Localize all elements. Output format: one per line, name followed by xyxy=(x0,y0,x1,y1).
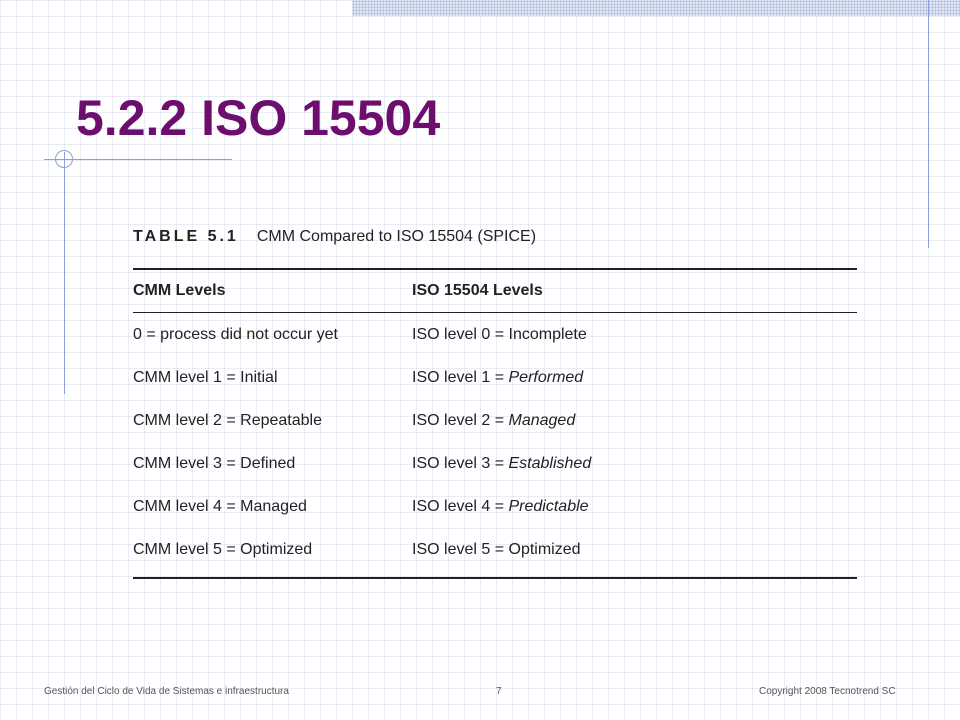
comparison-table: TABLE 5.1 CMM Compared to ISO 15504 (SPIC… xyxy=(133,228,857,579)
table-caption: TABLE 5.1 CMM Compared to ISO 15504 (SPIC… xyxy=(133,228,857,254)
iso-level-prefix: ISO level 1 = xyxy=(412,368,509,386)
decorative-vertical-line-left xyxy=(64,152,65,394)
cmm-level-cell: CMM level 3 = Defined xyxy=(133,454,296,472)
decorative-vertical-line-right xyxy=(928,0,929,248)
cmm-level-cell: CMM level 2 = Repeatable xyxy=(133,411,322,429)
iso-level-term: Predictable xyxy=(508,497,589,515)
table-label: TABLE 5.1 xyxy=(133,228,239,245)
iso-level-cell: ISO level 2 = Managed xyxy=(412,412,857,430)
iso-level-term: Managed xyxy=(508,411,576,429)
decorative-circle xyxy=(55,150,73,168)
cmm-level-cell: CMM level 1 = Initial xyxy=(133,368,278,386)
footer-page-number: 7 xyxy=(496,686,502,697)
table-bottom-rule xyxy=(133,577,857,579)
cmm-level-cell: 0 = process did not occur yet xyxy=(133,325,338,343)
table-caption-text: CMM Compared to ISO 15504 (SPICE) xyxy=(256,228,537,245)
iso-level-prefix: ISO level 3 = xyxy=(412,454,509,472)
footer-course-title: Gestión del Ciclo de Vida de Sistemas e … xyxy=(44,686,289,697)
column-header-cmm: CMM Levels xyxy=(133,282,226,299)
top-decorative-band xyxy=(352,0,960,16)
cmm-level-cell: CMM level 4 = Managed xyxy=(133,497,307,515)
iso-level-cell: ISO level 1 = Performed xyxy=(412,369,857,387)
slide-title: 5.2.2 ISO 15504 xyxy=(76,90,441,146)
column-header-iso: ISO 15504 Levels xyxy=(412,282,543,299)
table-row: CMM level 5 = Optimized ISO level 5 = Op… xyxy=(133,528,857,571)
iso-level-cell: ISO level 4 = Predictable xyxy=(412,498,857,516)
iso-level-prefix: ISO level 2 = xyxy=(412,411,509,429)
iso-level-term: Performed xyxy=(508,368,584,386)
table-row: CMM level 2 = Repeatable ISO level 2 = M… xyxy=(133,399,857,442)
table-row: CMM level 3 = Defined ISO level 3 = Esta… xyxy=(133,442,857,485)
iso-level-term: Established xyxy=(508,454,592,472)
iso-level-prefix: ISO level 5 = Optimized xyxy=(412,540,581,558)
iso-level-prefix: ISO level 4 = xyxy=(412,497,509,515)
iso-level-cell: ISO level 5 = Optimized xyxy=(412,541,857,559)
iso-level-cell: ISO level 0 = Incomplete xyxy=(412,326,857,344)
table-row: 0 = process did not occur yet ISO level … xyxy=(133,313,857,356)
table-header-row: CMM Levels ISO 15504 Levels xyxy=(133,270,857,312)
cmm-level-cell: CMM level 5 = Optimized xyxy=(133,540,313,558)
footer-copyright: Copyright 2008 Tecnotrend SC xyxy=(759,686,896,697)
iso-level-prefix: ISO level 0 = Incomplete xyxy=(412,325,587,343)
table-row: CMM level 4 = Managed ISO level 4 = Pred… xyxy=(133,485,857,528)
table-row: CMM level 1 = Initial ISO level 1 = Perf… xyxy=(133,356,857,399)
iso-level-cell: ISO level 3 = Established xyxy=(412,455,857,473)
